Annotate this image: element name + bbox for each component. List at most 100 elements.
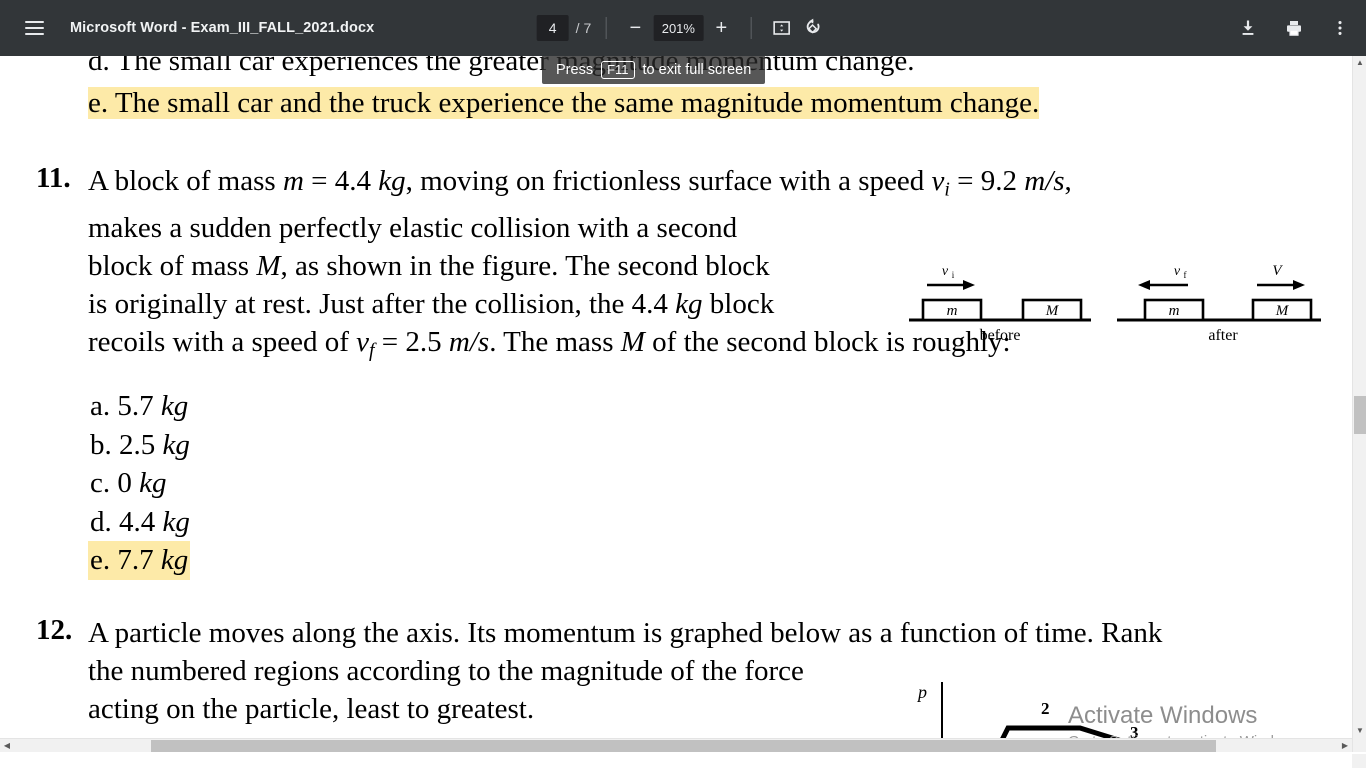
q11-l4-kg: kg [675,288,702,320]
option-d-unit: kg [163,506,190,538]
q11-l5-a: recoils with a speed of [88,326,356,358]
q11-l3-b: , as shown in the figure. The second blo… [281,250,770,282]
option-b-label: b. [90,429,112,461]
q11-var-vf: v [356,326,369,358]
q11-mass-value: 4.4 [335,165,379,197]
hamburger-bar [25,21,44,23]
toolbar-right-group [1232,12,1356,44]
q11-l4-b: block [703,288,775,320]
question-11: 11. A block of mass m = 4.4 kg, moving o… [0,162,1352,580]
q11-l4-a: is originally at rest. Just after the co… [88,288,675,320]
more-vertical-icon[interactable] [1324,12,1356,44]
question-12-number: 12. [36,614,72,647]
option-row: a. 5.7 kg [0,387,1352,426]
q11-l1-b: = [304,165,335,197]
print-icon[interactable] [1278,12,1310,44]
q11-l1-a: A block of mass [88,165,283,197]
vertical-scrollbar[interactable]: ▲ ▼ [1352,56,1366,752]
option-row: e. 7.7 kg [0,541,1352,580]
svg-text:M: M [1275,303,1290,319]
option-d-value: 4.4 [119,506,163,538]
option-e-value: 7.7 [117,544,161,576]
option-e: e. 7.7 kg [88,541,190,580]
f11-keycap: F11 [601,61,634,79]
spacer [0,369,1352,387]
document-title: Microsoft Word - Exam_III_FALL_2021.docx [70,20,374,36]
option-row: b. 2.5 kg [0,426,1352,465]
option-b: b. 2.5 kg [88,426,192,465]
option-a-unit: kg [161,390,188,422]
fit-to-page-icon[interactable] [765,12,797,44]
rotate-counterclockwise-icon[interactable] [797,12,829,44]
q11-l5-units: m/s [449,326,489,358]
page-separator: / [576,20,580,36]
option-row: c. 0 kg [0,464,1352,503]
q11-l1-e: , [1065,165,1072,197]
svg-text:2: 2 [1041,699,1050,718]
q11-l3-a: block of mass [88,250,256,282]
q11-l1-d: = [950,165,981,197]
svg-text:after: after [1208,327,1238,344]
q11-var-m: m [283,165,304,197]
option-c-value: 0 [117,467,139,499]
scroll-right-arrow-icon[interactable]: ▶ [1338,739,1352,752]
zoom-in-button[interactable]: + [706,13,736,43]
momentum-axis-label: p [916,682,927,702]
option-b-value: 2.5 [119,429,163,461]
option-line-e-row: e. The small car and the truck experienc… [88,84,1352,122]
question-11-options: a. 5.7 kg b. 2.5 kg c. 0 kg d. 4.4 kg e.… [0,387,1352,580]
svg-text:f: f [1184,270,1187,280]
q11-var-vi: v [932,165,945,197]
svg-text:before: before [980,327,1021,344]
zoom-out-button[interactable]: − [620,13,650,43]
document-viewport[interactable]: d. The small car experiences the greater… [0,56,1352,752]
horizontal-scrollbar-thumb[interactable] [151,740,1216,752]
svg-text:V: V [1272,263,1283,279]
svg-text:m: m [1169,303,1180,319]
hamburger-bar [25,27,44,29]
q11-speed-value: 9.2 [981,165,1025,197]
q11-l5-M: M [621,326,645,358]
vertical-scrollbar-thumb[interactable] [1354,396,1366,434]
svg-text:v: v [942,264,949,279]
q11-l5-b: = [375,326,406,358]
q11-unit-ms: m/s [1024,165,1064,197]
svg-text:i: i [952,270,955,280]
download-icon[interactable] [1232,12,1264,44]
question-11-number: 11. [36,162,71,195]
scroll-up-arrow-icon[interactable]: ▲ [1353,56,1366,70]
zoom-level-input[interactable] [653,15,703,41]
toolbar-divider [750,17,751,39]
total-pages-label: 7 [584,20,592,36]
q11-var-M: M [256,250,280,282]
scrollbar-corner [1352,754,1366,768]
scroll-left-arrow-icon[interactable]: ◀ [0,739,14,752]
document-page: d. The small car experiences the greater… [0,56,1352,752]
option-d-label: d. [90,506,112,538]
option-line-e: e. The small car and the truck experienc… [88,87,1039,119]
pdf-viewer-toolbar: Microsoft Word - Exam_III_FALL_2021.docx… [0,0,1366,56]
horizontal-scrollbar[interactable]: ◀ ▶ [0,738,1352,752]
toast-prefix-label: Press [556,62,593,78]
option-a: a. 5.7 kg [88,387,190,426]
fullscreen-exit-toast: Press F11 to exit full screen [542,55,765,84]
svg-text:m: m [947,303,958,319]
toolbar-center-group: / 7 − + [537,0,830,56]
q11-unit-kg: kg [378,165,405,197]
option-a-value: 5.7 [117,390,161,422]
option-a-label: a. [90,390,110,422]
option-c: c. 0 kg [88,464,169,503]
hamburger-menu-icon[interactable] [16,10,52,46]
toolbar-divider [605,17,606,39]
page-number-input[interactable] [537,15,569,41]
option-e-label: e. [90,544,110,576]
toast-suffix-label: to exit full screen [643,62,752,78]
question-11-line-1: A block of mass m = 4.4 kg, moving on fr… [88,162,1352,209]
option-e-unit: kg [161,544,188,576]
svg-text:M: M [1045,303,1060,319]
scroll-down-arrow-icon[interactable]: ▼ [1353,724,1366,738]
option-c-label: c. [90,467,110,499]
option-d: d. 4.4 kg [88,503,192,542]
question-11-line-2: makes a sudden perfectly elastic collisi… [88,209,1352,247]
option-c-unit: kg [139,467,166,499]
